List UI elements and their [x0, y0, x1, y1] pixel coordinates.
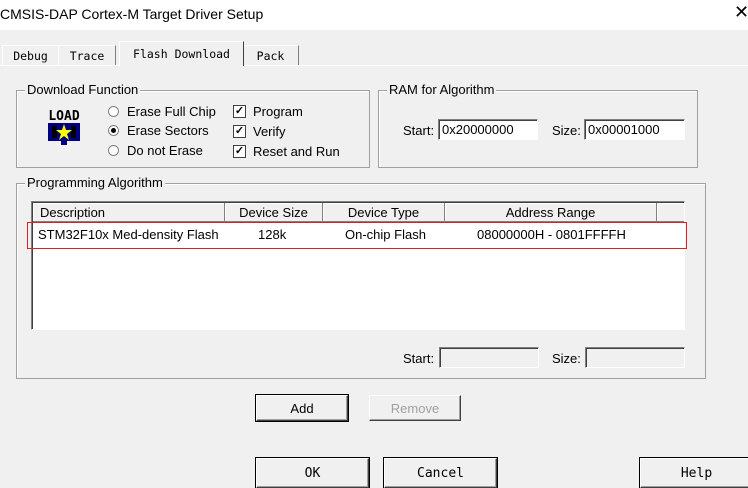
window-title: CMSIS-DAP Cortex-M Target Driver Setup [0, 6, 264, 22]
algo-size-label: Size: [552, 351, 581, 366]
programming-algorithm-legend: Programming Algorithm [25, 175, 165, 191]
load-icon: LOAD [44, 106, 84, 148]
radio-do-not-erase[interactable] [108, 144, 119, 156]
do-not-erase-label: Do not Erase [127, 142, 203, 158]
title-bar: CMSIS-DAP Cortex-M Target Driver Setup ✕ [0, 0, 748, 30]
reset-and-run-checkbox[interactable]: ✓ Reset and Run [233, 142, 340, 160]
cancel-button[interactable]: Cancel [384, 458, 497, 488]
radio-erase-full-chip[interactable] [108, 105, 119, 117]
help-button[interactable]: Help [640, 458, 748, 488]
program-label: Program [253, 103, 303, 119]
tab-flash-download[interactable]: Flash Download [119, 41, 244, 66]
algo-size-field[interactable] [585, 347, 685, 368]
algo-start-field[interactable] [439, 347, 539, 368]
tab-trace[interactable]: Trace [58, 45, 116, 66]
tab-debug[interactable]: Debug [2, 45, 59, 66]
close-icon[interactable]: ✕ [734, 3, 748, 21]
erase-sectors-label: Erase Sectors [127, 122, 209, 138]
verify-checkbox[interactable]: ✓ Verify [233, 122, 286, 140]
download-function-legend: Download Function [25, 82, 141, 98]
do-not-erase-radio[interactable]: Do not Erase [108, 141, 203, 159]
checkbox-verify[interactable]: ✓ [233, 124, 246, 138]
algorithm-list[interactable]: Description Device Size Device Type Addr… [31, 201, 685, 330]
erase-full-chip-radio[interactable]: Erase Full Chip [108, 102, 216, 120]
checkbox-program[interactable]: ✓ [233, 104, 246, 118]
column-filler [657, 203, 684, 222]
algo-start-label: Start: [403, 351, 435, 366]
erase-full-chip-label: Erase Full Chip [127, 103, 216, 119]
ram-size-label: Size: [552, 123, 581, 138]
verify-label: Verify [253, 123, 286, 139]
remove-button[interactable]: Remove [369, 395, 461, 421]
checkbox-reset-and-run[interactable]: ✓ [233, 144, 246, 158]
ram-start-field[interactable]: 0x20000000 [438, 119, 538, 140]
tab-panel-border [0, 65, 748, 66]
tab-strip: Debug Trace Flash Download Pack [0, 40, 748, 66]
ram-size-field[interactable]: 0x00001000 [584, 119, 685, 140]
selected-row-highlight [27, 222, 687, 249]
add-button[interactable]: Add [256, 395, 348, 421]
ram-start-label: Start: [403, 123, 435, 138]
ram-for-algorithm-legend: RAM for Algorithm [387, 82, 497, 98]
column-address-range[interactable]: Address Range [445, 203, 657, 222]
erase-sectors-radio[interactable]: Erase Sectors [108, 121, 209, 139]
reset-and-run-label: Reset and Run [253, 143, 340, 159]
tab-pack[interactable]: Pack [242, 45, 299, 66]
column-device-size[interactable]: Device Size [225, 203, 323, 222]
ok-button[interactable]: OK [256, 458, 369, 488]
column-description[interactable]: Description [33, 203, 225, 222]
radio-erase-sectors[interactable] [108, 124, 119, 136]
column-device-type[interactable]: Device Type [323, 203, 445, 222]
list-header: Description Device Size Device Type Addr… [33, 203, 684, 223]
program-checkbox[interactable]: ✓ Program [233, 102, 303, 120]
load-icon-text: LOAD [48, 109, 79, 124]
